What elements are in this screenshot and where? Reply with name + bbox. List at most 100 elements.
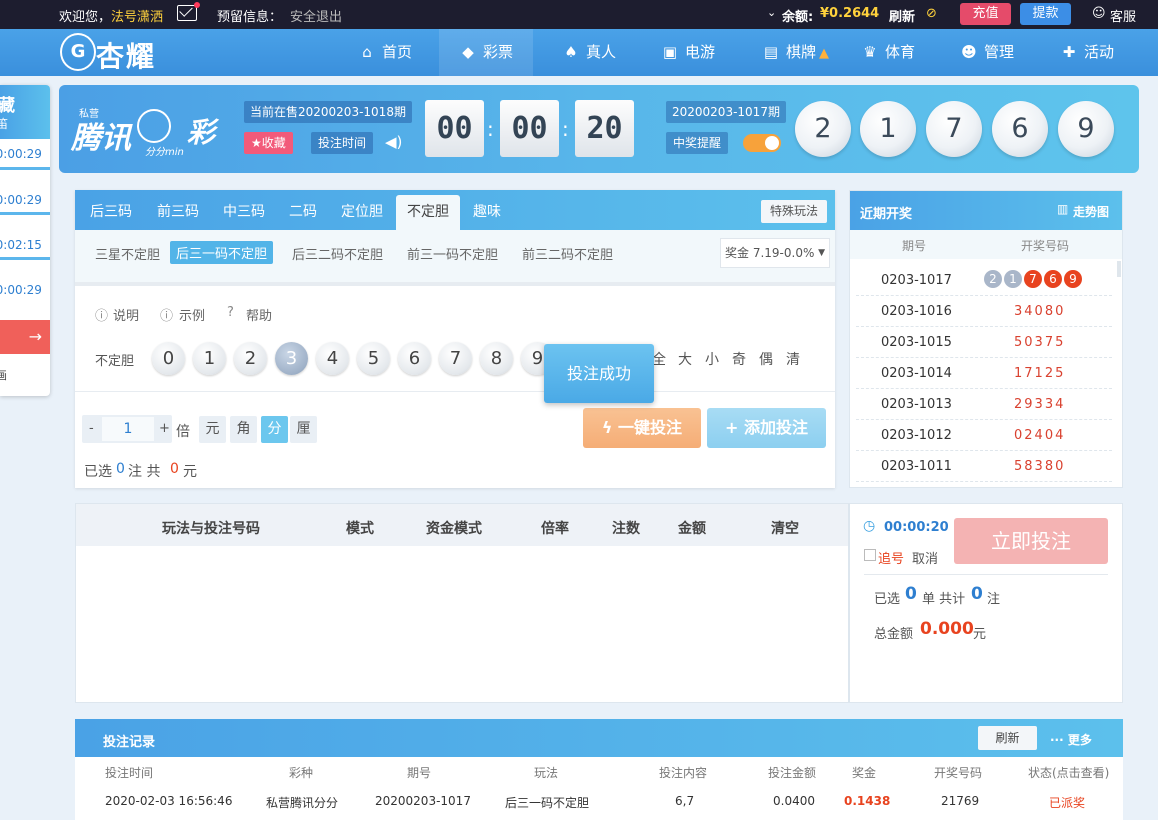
chat-icon[interactable]: ☺ (1092, 6, 1106, 21)
prize-select[interactable]: 奖金 7.19-0.0% ▼ (720, 238, 830, 268)
record-status-link[interactable]: 已派奖 (1049, 794, 1085, 811)
subtab-back-three-one[interactable]: 后三一码不定胆 (170, 241, 274, 264)
win-alert-toggle[interactable] (743, 134, 781, 152)
nav-manage[interactable]: ☻ 管理 (960, 29, 1014, 76)
selected-mid: 单 共计 (922, 592, 966, 607)
tab-fun[interactable]: 趣味 (473, 190, 501, 230)
deposit-button[interactable]: 充值 (960, 3, 1011, 25)
unit-fen[interactable]: 分 (261, 416, 288, 443)
progress-bar (0, 212, 50, 215)
chevron-down-icon[interactable]: ⌄ (767, 6, 776, 19)
favorite-button[interactable]: ★收藏 (244, 132, 293, 154)
logout-link[interactable]: 安全退出 (290, 6, 342, 25)
multiplier-minus[interactable]: - (89, 421, 94, 436)
digit-ball[interactable]: 5 (357, 342, 390, 375)
username[interactable]: 法号潇洒 (111, 6, 163, 25)
eye-slash-icon[interactable]: ⊘ (926, 6, 937, 21)
special-play-button[interactable]: 特殊玩法 (761, 200, 828, 223)
tab-front-three[interactable]: 前三码 (157, 190, 199, 230)
favorite-timer[interactable]: 00:02:15 (0, 238, 42, 252)
digit-ball[interactable]: 0 (152, 342, 185, 375)
draw-numbers: 17125 (1014, 366, 1066, 381)
records-more-link[interactable]: ··· 更多 (1050, 731, 1092, 748)
nav-sports[interactable]: ♛ 体育 (861, 29, 915, 76)
subtab-front-three-two[interactable]: 前三二码不定胆 (522, 244, 613, 263)
digit-ball[interactable]: 7 (439, 342, 472, 375)
favorite-timer[interactable]: 00:00:29 (0, 193, 42, 207)
chase-checkbox[interactable] (864, 549, 876, 561)
info-icon: ⓘ (95, 309, 109, 324)
digit-ball-selected[interactable]: 3 (275, 342, 308, 375)
favorite-timer[interactable]: 00:00:29 (0, 147, 42, 161)
cancel-link[interactable]: 取消 (912, 548, 938, 567)
total-label: 总金额 (874, 627, 914, 642)
add-bet-button[interactable]: + 添加投注 (707, 408, 826, 448)
brand-logo[interactable]: 杏耀 (96, 35, 156, 75)
draw-ball: 9 (1064, 270, 1082, 288)
chase-label[interactable]: 追号 (878, 548, 904, 567)
draw-row: 0203-1011 58380 (856, 451, 1112, 482)
result-ball: 2 (795, 101, 851, 157)
bet-time-button[interactable]: 投注时间 (311, 132, 374, 154)
subtab-front-three-one[interactable]: 前三一码不定胆 (407, 244, 498, 263)
tab-unfixed[interactable]: 不定胆 (396, 195, 460, 230)
recent-title: 近期开奖 (860, 207, 913, 222)
refresh-balance-link[interactable]: 刷新 (889, 6, 915, 25)
digit-ball[interactable]: 4 (316, 342, 349, 375)
nav-live[interactable]: ♠ 真人 (562, 29, 616, 76)
total-notes: 0 (971, 584, 983, 604)
subtab-three-star[interactable]: 三星不定胆 (95, 244, 160, 263)
nav-home[interactable]: ⌂ 首页 (358, 29, 412, 76)
submit-timer: 00:00:20 (884, 520, 949, 535)
digit-ball[interactable]: 1 (193, 342, 226, 375)
prize-select-value: 奖金 7.19-0.0% (725, 246, 815, 260)
speaker-icon[interactable]: ◀) (385, 133, 402, 151)
tab-back-three[interactable]: 后三码 (90, 190, 132, 230)
quick-all[interactable]: 全 (652, 349, 666, 369)
nav-label: 体育 (885, 43, 916, 61)
digit-ball[interactable]: 2 (234, 342, 267, 375)
one-click-bet-button[interactable]: ϟ 一键投注 (583, 408, 701, 448)
multiplier-input[interactable]: 1 (102, 417, 154, 441)
nav-slots[interactable]: ▣ 电游 (661, 29, 715, 76)
multiplier-plus[interactable]: + (159, 421, 170, 436)
submit-bet-button[interactable]: 立即投注 (954, 518, 1108, 564)
customer-service-link[interactable]: 客服 (1110, 6, 1136, 25)
subtab-back-three-two[interactable]: 后三二码不定胆 (292, 244, 383, 263)
records-col: 期号 (407, 766, 432, 780)
quick-big[interactable]: 大 (678, 349, 692, 369)
balance-label: 余额: (782, 10, 814, 25)
help-link[interactable]: 帮助 (246, 305, 272, 324)
unit-li[interactable]: 厘 (290, 416, 317, 443)
stopwatch-icon: ◷ (863, 518, 876, 534)
tab-middle-three[interactable]: 中三码 (223, 190, 265, 230)
selected-unit: 元 (183, 464, 197, 480)
nav-lottery[interactable]: ◆ 彩票 (439, 29, 534, 76)
explain-link[interactable]: 说明 (113, 305, 139, 324)
cart-col-rate: 倍率 (541, 521, 569, 537)
progress-bar (0, 257, 50, 260)
mail-icon[interactable] (177, 2, 200, 21)
unit-jiao[interactable]: 角 (230, 416, 257, 443)
unit-yuan[interactable]: 元 (199, 416, 226, 443)
digit-ball[interactable]: 6 (398, 342, 431, 375)
example-link[interactable]: 示例 (179, 305, 205, 324)
nav-events[interactable]: ✚ 活动 (1060, 29, 1114, 76)
tab-two[interactable]: 二码 (289, 190, 317, 230)
trend-chart-link[interactable]: 走势图 (1073, 203, 1109, 220)
nav-cards[interactable]: ▤ 棋牌 ▲ (762, 29, 829, 76)
withdraw-button[interactable]: 提款 (1020, 3, 1071, 25)
bet-records-panel: 投注记录 刷新 ··· 更多 投注时间 彩种 期号 玩法 投注内容 投注金额 奖… (75, 719, 1123, 820)
arrow-right-icon[interactable]: → (0, 320, 50, 354)
records-refresh-button[interactable]: 刷新 (978, 726, 1037, 750)
tab-position[interactable]: 定位胆 (341, 190, 383, 230)
clear-cart-button[interactable]: 清空 (771, 518, 799, 538)
quick-small[interactable]: 小 (705, 349, 719, 369)
favorite-timer[interactable]: 00:00:29 (0, 283, 42, 297)
scrollbar[interactable] (1117, 261, 1121, 277)
quick-clear[interactable]: 清 (786, 349, 800, 369)
digit-ball[interactable]: 8 (480, 342, 513, 375)
quick-odd[interactable]: 奇 (732, 349, 746, 369)
play-tabs: 后三码 前三码 中三码 二码 定位胆 不定胆 趣味 特殊玩法 (75, 190, 835, 230)
quick-even[interactable]: 偶 (759, 349, 773, 369)
